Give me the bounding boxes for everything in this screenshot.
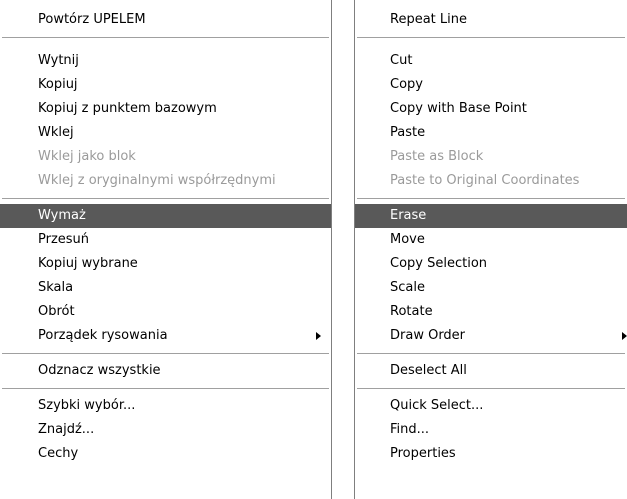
menu-item-draw-order-label: Draw Order [390,328,466,343]
context-menu-english: Repeat Line Cut Copy Copy with Base Poin… [354,0,627,499]
menu-item-copy[interactable]: Kopiuj [0,73,331,97]
menu-item-erase[interactable]: Wymaż [0,204,331,228]
menu-item-scale[interactable]: Scale [355,276,627,300]
menu-item-quick-select[interactable]: Quick Select... [355,394,627,418]
menu-item-quick-select[interactable]: Szybki wybór... [0,394,331,418]
menu-item-paste-original-coordinates: Wklej z oryginalnymi współrzędnymi [38,173,276,188]
menu-item-repeat[interactable]: Powtórz UPELEM [0,8,331,32]
menu-item-copy[interactable]: Copy [355,73,627,97]
menu-item-paste-as-block: Paste as Block [390,149,484,164]
context-menu-polish: Powtórz UPELEM Wytnij Kopiuj Kopiuj z pu… [0,0,332,499]
menu-item-move[interactable]: Move [355,228,627,252]
menu-separator [0,32,331,43]
menu-item-erase[interactable]: Erase [355,204,627,228]
menu-separator [355,193,627,204]
menu-item-properties[interactable]: Cechy [0,442,331,466]
menu-separator [0,348,331,359]
menu-separator [0,193,331,204]
menu-item-draw-order[interactable]: Draw Order [355,324,627,348]
menu-item-rotate[interactable]: Rotate [355,300,627,324]
menu-separator [355,32,627,43]
menu-separator [355,383,627,394]
menu-item-scale[interactable]: Skala [0,276,331,300]
menu-item-draw-order[interactable]: Porządek rysowania [0,324,331,348]
submenu-arrow-icon [316,332,321,340]
menu-item-rotate[interactable]: Obrót [0,300,331,324]
menu-item-copy-selection[interactable]: Kopiuj wybrane [0,252,331,276]
menu-item-move[interactable]: Przesuń [0,228,331,252]
menu-item-deselect-all[interactable]: Odznacz wszystkie [0,359,331,383]
menu-separator [355,348,627,359]
menu-item-cut[interactable]: Wytnij [0,49,331,73]
menu-item-cut[interactable]: Cut [355,49,627,73]
menu-item-deselect-all[interactable]: Deselect All [355,359,627,383]
menu-separator [0,383,331,394]
menu-item-copy-selection[interactable]: Copy Selection [355,252,627,276]
menu-item-draw-order-label: Porządek rysowania [38,328,168,343]
submenu-arrow-icon [622,332,627,340]
menu-item-paste-as-block: Wklej jako blok [38,149,136,164]
menu-item-paste[interactable]: Wklej [0,121,331,145]
menu-item-paste-original-coordinates: Paste to Original Coordinates [390,173,580,188]
menu-item-properties[interactable]: Properties [355,442,627,466]
menu-item-copy-base-point[interactable]: Kopiuj z punktem bazowym [0,97,331,121]
menu-item-find[interactable]: Znajdź... [0,418,331,442]
menu-item-repeat[interactable]: Repeat Line [355,8,627,32]
menu-item-paste[interactable]: Paste [355,121,627,145]
menu-item-copy-base-point[interactable]: Copy with Base Point [355,97,627,121]
menu-item-find[interactable]: Find... [355,418,627,442]
